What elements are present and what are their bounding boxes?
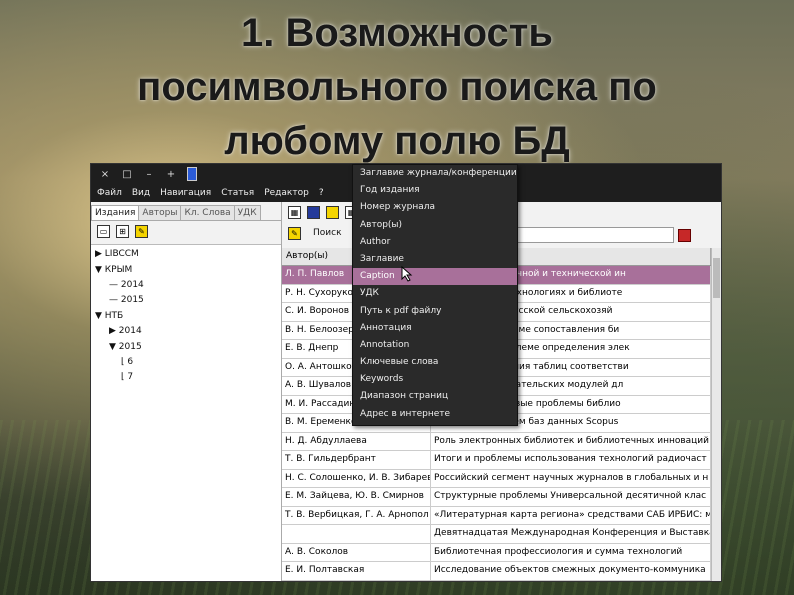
dropdown-item[interactable]: Заглавие bbox=[353, 251, 517, 268]
slide-title: 1. Возможность посимвольного поиска по л… bbox=[0, 6, 794, 168]
tree-node-label: 7 bbox=[127, 372, 134, 382]
tab-authors[interactable]: Авторы bbox=[138, 205, 182, 220]
dropdown-item[interactable]: Номер журнала bbox=[353, 199, 517, 216]
dropdown-item[interactable]: Диапазон страниц bbox=[353, 388, 517, 405]
table-row[interactable]: Н. С. Солошенко, И. В. Зибарев Российский… bbox=[282, 469, 711, 488]
menu-editor[interactable]: Редактор bbox=[264, 188, 309, 198]
edit-icon[interactable]: ✎ bbox=[135, 224, 148, 238]
tree-node[interactable]: — 2014 bbox=[109, 280, 144, 290]
tree-node-label: 2014 bbox=[120, 280, 144, 290]
tab-keywords[interactable]: Кл. Слова bbox=[180, 205, 235, 220]
dropdown-item[interactable]: Аннотация bbox=[353, 320, 517, 337]
table-row[interactable]: Т. В. Гильдербрант Итоги и проблемы испол… bbox=[282, 451, 711, 470]
menu-view[interactable]: Вид bbox=[132, 188, 150, 198]
pencil-icon[interactable]: ✎ bbox=[288, 226, 301, 240]
cell-title: Исследование объектов смежных документо-… bbox=[431, 562, 711, 580]
tree-node[interactable]: ▼ НТБ bbox=[95, 311, 123, 321]
cell-title: Роль электронных библиотек и библиотечны… bbox=[431, 432, 711, 450]
cell-title: «Литературная карта региона» средствами … bbox=[431, 506, 711, 524]
grid-icon[interactable]: ▦ bbox=[288, 205, 301, 219]
cell-authors: Т. В. Вербицкая, Г. А. Арнопол bbox=[282, 506, 431, 524]
tree-node[interactable]: ⌊ 7 bbox=[121, 372, 133, 382]
tree-node[interactable]: ▼ КРЫМ bbox=[95, 265, 132, 275]
left-tabs: Издания Авторы Кл. Слова УДК bbox=[91, 202, 281, 221]
dropdown-item[interactable]: УДК bbox=[353, 285, 517, 302]
app-icon bbox=[187, 167, 197, 181]
title-line-2: посимвольного поиска по bbox=[137, 65, 657, 109]
dropdown-item[interactable]: Ключевые слова bbox=[353, 354, 517, 371]
mouse-cursor-icon bbox=[401, 266, 413, 282]
table-row[interactable]: Н. Д. Абдуллаева Роль электронных библиот… bbox=[282, 432, 711, 451]
menu-help[interactable]: ? bbox=[319, 188, 324, 198]
cell-authors: А. В. Соколов bbox=[282, 543, 431, 561]
dropdown-items: Заглавие журнала/конференции Год издания Н… bbox=[353, 165, 517, 423]
dropdown-item[interactable]: Автор(ы) bbox=[353, 217, 517, 234]
title-line-3: любому полю БД bbox=[224, 119, 570, 163]
cell-authors: Н. С. Солошенко, И. В. Зибарев bbox=[282, 469, 431, 487]
table-row[interactable]: Девятнадцатая Международная Конференция … bbox=[282, 525, 711, 544]
tree-node[interactable]: ▶ 2014 bbox=[109, 326, 142, 336]
table-row[interactable]: А. В. Соколов Библиотечная профессиология… bbox=[282, 543, 711, 562]
menu-file[interactable]: Файл bbox=[97, 188, 122, 198]
cell-authors: Н. Д. Абдуллаева bbox=[282, 432, 431, 450]
dropdown-item[interactable]: Keywords bbox=[353, 371, 517, 388]
image-icon[interactable] bbox=[326, 205, 339, 219]
menu-article[interactable]: Статья bbox=[221, 188, 254, 198]
search-button[interactable]: Поиск bbox=[309, 226, 346, 240]
search-input[interactable] bbox=[512, 227, 674, 243]
tree-node[interactable]: ⌊ 6 bbox=[121, 357, 133, 367]
expand-icon[interactable]: ⊞ bbox=[116, 224, 129, 238]
scrollbar-thumb[interactable] bbox=[713, 258, 720, 298]
cell-title: Библиотечная профессиология и сумма техн… bbox=[431, 543, 711, 561]
tab-editions[interactable]: Издания bbox=[91, 205, 140, 220]
tree-node[interactable]: ▼ 2015 bbox=[109, 342, 142, 352]
dropdown-item[interactable]: Annotation bbox=[353, 337, 517, 354]
tree-node[interactable]: ▶ LIBCCM bbox=[95, 249, 139, 259]
collapse-icon[interactable]: ▭ bbox=[97, 224, 110, 238]
cell-title: Структурные проблемы Универсальной десят… bbox=[431, 488, 711, 506]
left-panel: Издания Авторы Кл. Слова УДК ▭ ⊞ ✎ ▶ LIB… bbox=[91, 202, 282, 581]
left-toolbar: ▭ ⊞ ✎ bbox=[91, 221, 281, 241]
tab-udc[interactable]: УДК bbox=[233, 205, 261, 220]
dropdown-item[interactable]: Author bbox=[353, 234, 517, 251]
cell-authors: Е. М. Зайцева, Ю. В. Смирнов bbox=[282, 488, 431, 506]
table-row[interactable]: Т. В. Вербицкая, Г. А. Арнопол «Литератур… bbox=[282, 506, 711, 525]
tree-node-label: 2015 bbox=[120, 295, 144, 305]
minimize-icon[interactable]: – bbox=[143, 169, 155, 180]
dropdown-item[interactable]: Год издания bbox=[353, 182, 517, 199]
dropdown-item[interactable]: Адрес в интернете bbox=[353, 406, 517, 423]
edition-tree: ▶ LIBCCM ▼ КРЫМ — 2014 — 2015 ▼ НТБ ▶ 20… bbox=[91, 244, 281, 581]
cell-authors: Т. В. Гильдербрант bbox=[282, 451, 431, 469]
field-dropdown-menu: Заглавие журнала/конференции Год издания Н… bbox=[352, 164, 518, 426]
table-row[interactable]: Е. И. Полтавская Исследование объектов см… bbox=[282, 562, 711, 581]
cell-title: Итоги и проблемы использования технологи… bbox=[431, 451, 711, 469]
cell-authors: Е. И. Полтавская bbox=[282, 562, 431, 580]
dropdown-item[interactable]: Заглавие журнала/конференции bbox=[353, 165, 517, 182]
table-row[interactable]: Е. М. Зайцева, Ю. В. Смирнов Структурные … bbox=[282, 488, 711, 507]
cell-title: Девятнадцатая Международная Конференция … bbox=[431, 525, 711, 543]
maximize-icon[interactable]: □ bbox=[121, 169, 133, 180]
title-line-1: 1. Возможность bbox=[241, 11, 553, 55]
dropdown-item[interactable]: Путь к pdf файлу bbox=[353, 303, 517, 320]
search-go-icon[interactable] bbox=[678, 229, 691, 242]
tree-node-label: 6 bbox=[127, 357, 134, 367]
cell-authors bbox=[282, 525, 431, 543]
cell-title: Российский сегмент научных журналов в гл… bbox=[431, 469, 711, 487]
info-icon[interactable] bbox=[307, 205, 320, 219]
vertical-scrollbar[interactable] bbox=[711, 248, 721, 581]
close-icon[interactable]: × bbox=[99, 169, 111, 180]
tree-node[interactable]: — 2015 bbox=[109, 295, 144, 305]
menu-navigation[interactable]: Навигация bbox=[160, 188, 211, 198]
pin-icon[interactable]: + bbox=[165, 169, 177, 180]
dropdown-item[interactable]: Caption bbox=[353, 268, 517, 286]
